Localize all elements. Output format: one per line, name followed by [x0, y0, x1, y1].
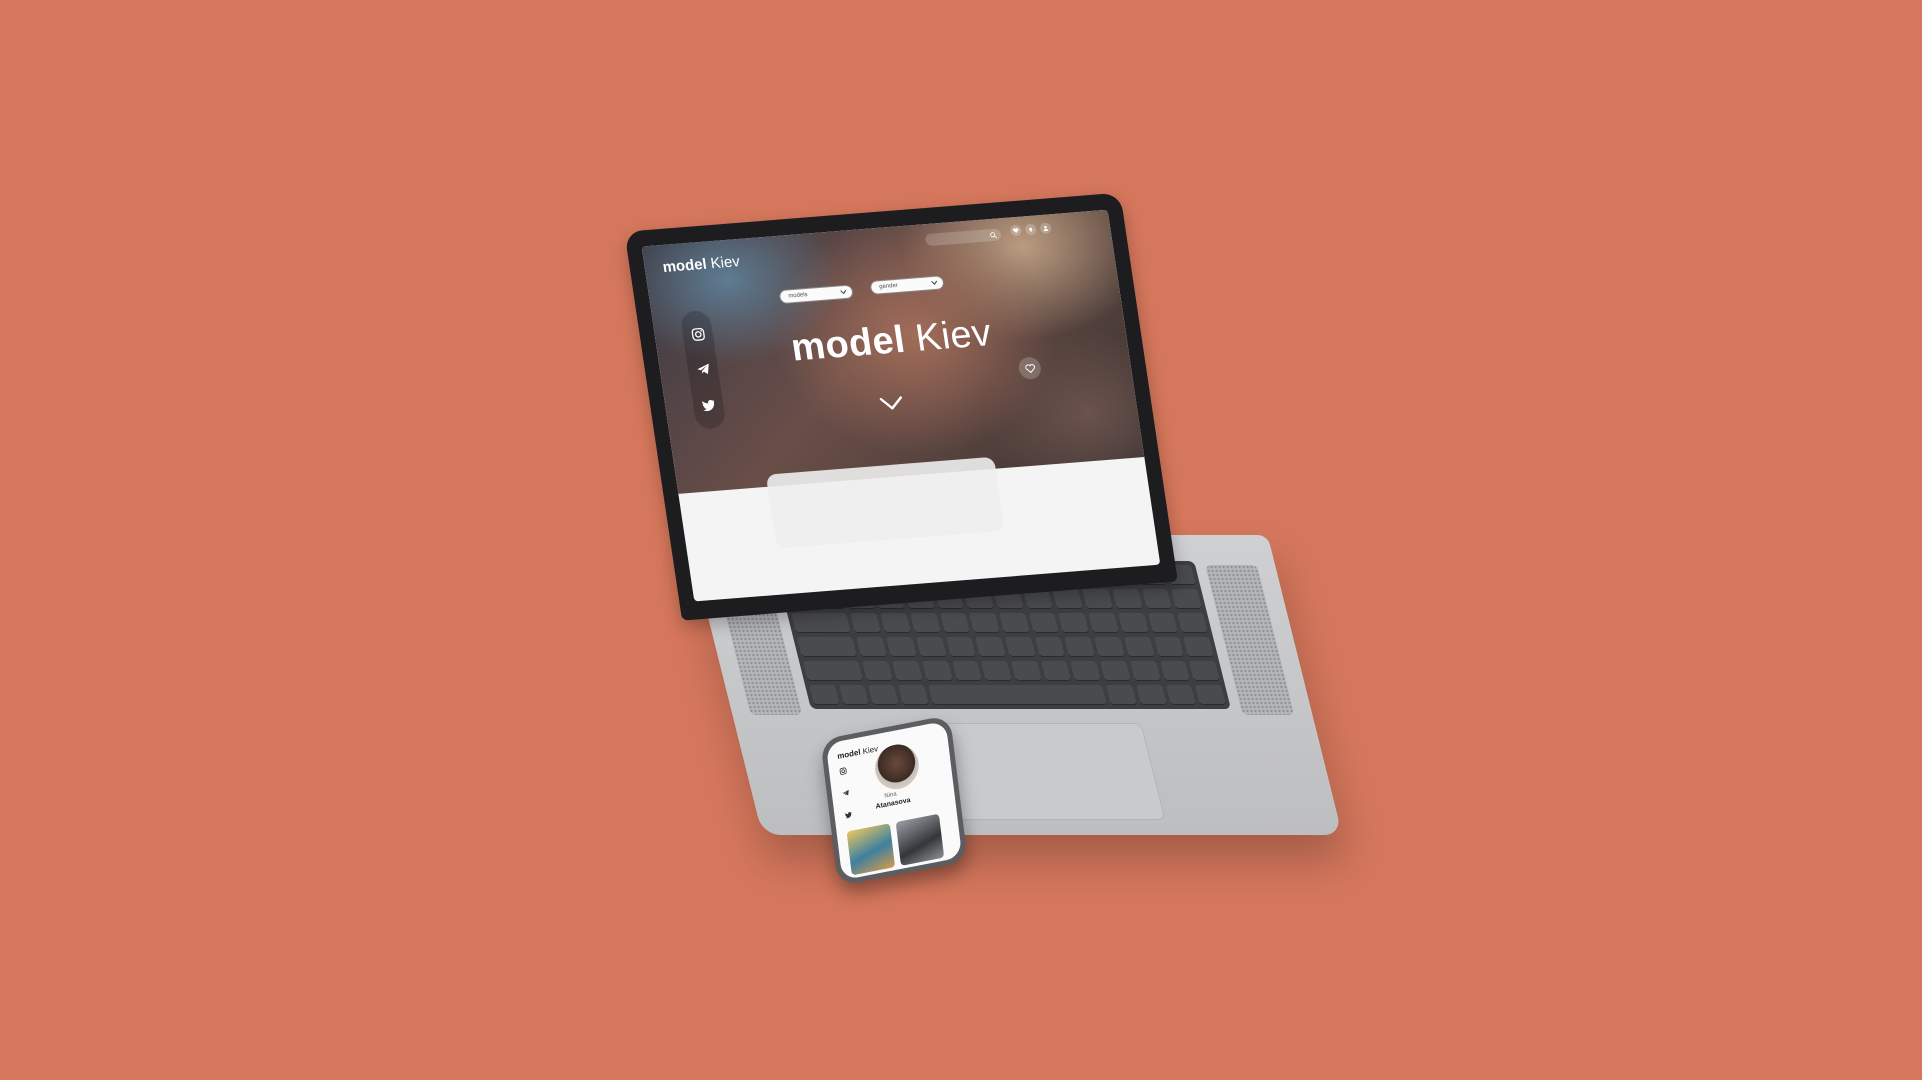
keyboard-key — [868, 685, 900, 705]
keyboard-key — [838, 685, 870, 705]
keyboard-key — [969, 613, 1001, 633]
keyboard-key — [1189, 661, 1220, 681]
instagram-icon[interactable] — [839, 766, 848, 775]
keyboard-key — [886, 637, 917, 657]
keyboard-key — [1106, 685, 1137, 705]
keyboard-key — [1100, 661, 1131, 681]
portfolio-photo[interactable] — [895, 813, 945, 866]
keyboard-key — [981, 661, 1012, 681]
keyboard-key — [939, 613, 971, 633]
keyboard-key — [975, 637, 1007, 657]
keyboard-key — [1141, 589, 1173, 609]
site-logo[interactable]: model Kiev — [662, 253, 741, 276]
keyboard-key — [1028, 613, 1060, 633]
keyboard-key — [1005, 637, 1036, 657]
keyboard-key — [803, 661, 864, 681]
keyboard-key — [1183, 637, 1215, 657]
keyboard-key — [1064, 637, 1096, 657]
heart-outline-icon — [1024, 363, 1035, 373]
keyboard-key — [791, 613, 852, 633]
hero-title-bold: model — [788, 318, 909, 370]
keyboard-key — [1195, 685, 1226, 705]
search-icon — [990, 231, 997, 238]
keyboard-key — [915, 637, 947, 657]
twitter-icon[interactable] — [700, 397, 717, 413]
favorites-button[interactable] — [1009, 224, 1023, 237]
phone-logo[interactable]: model Kiev — [837, 744, 879, 761]
keyboard-key — [1082, 589, 1113, 609]
profile-button[interactable] — [1039, 222, 1052, 235]
profile-first-name: Nina — [884, 791, 897, 800]
notifications-button[interactable] — [1024, 223, 1038, 236]
portfolio-photo[interactable] — [846, 823, 896, 876]
keyboard-key — [1117, 613, 1149, 633]
keyboard-key — [951, 661, 983, 681]
filter-models-label: models — [788, 291, 809, 300]
keyboard-key — [862, 661, 894, 681]
keyboard-key — [880, 613, 911, 633]
phone-screen: model Kiev Nina Atanasova — [825, 720, 963, 881]
keyboard-key — [1040, 661, 1072, 681]
keyboard-key — [1129, 661, 1161, 681]
phone-logo-bold: model — [836, 747, 862, 761]
keyboard-key — [1111, 589, 1143, 609]
keyboard-key — [909, 613, 941, 633]
heart-icon — [1013, 228, 1019, 234]
keyboard-key — [1052, 589, 1084, 609]
keyboard-key — [809, 685, 840, 705]
keyboard-key — [892, 661, 923, 681]
top-icons — [1009, 222, 1052, 237]
keyboard-key — [898, 685, 929, 705]
keyboard-key — [1159, 661, 1191, 681]
phone-device: model Kiev Nina Atanasova — [820, 714, 968, 887]
keyboard-key — [1177, 613, 1209, 633]
keyboard-key — [921, 661, 953, 681]
keyboard-key — [945, 637, 977, 657]
logo-light: Kiev — [709, 253, 741, 273]
phone-logo-light: Kiev — [862, 744, 879, 757]
hero-title: model Kiev — [655, 301, 1127, 381]
keyboard-key — [856, 637, 888, 657]
user-icon — [1043, 225, 1049, 232]
avatar — [872, 740, 922, 793]
keyboard-key — [850, 613, 882, 633]
filter-gender-label: gender — [878, 282, 899, 291]
keyboard-key — [1153, 637, 1185, 657]
search-input[interactable] — [924, 228, 1002, 247]
keyboard-key — [999, 613, 1030, 633]
keyboard-key — [1011, 661, 1042, 681]
chevron-down-icon[interactable] — [879, 395, 905, 411]
keyboard-key — [797, 637, 858, 657]
hero-title-light: Kiev — [912, 311, 995, 360]
keyboard-key — [1123, 637, 1155, 657]
favorite-button[interactable] — [1017, 356, 1043, 381]
keyboard-key — [1034, 637, 1066, 657]
keyboard-key — [1088, 613, 1119, 633]
hero-section: model Kiev model Kiev — [641, 209, 1145, 494]
bell-icon — [1029, 227, 1033, 233]
keyboard-key — [1058, 613, 1090, 633]
keyboard-key — [1135, 685, 1167, 705]
chevron-down-icon — [840, 289, 847, 295]
keyboard-key — [1147, 613, 1179, 633]
keyboard-key — [927, 685, 1108, 705]
logo-bold: model — [661, 255, 708, 277]
profile-name: Atanasova — [875, 796, 911, 811]
keyboard-key — [1070, 661, 1102, 681]
keyboard-key — [1094, 637, 1125, 657]
chevron-down-icon — [931, 280, 938, 286]
laptop-screen-bezel: model Kiev model Kiev models gender — [624, 192, 1178, 621]
telegram-icon[interactable] — [841, 788, 850, 797]
keyboard-key — [1171, 589, 1203, 609]
keyboard-key — [1165, 685, 1197, 705]
website-screen: model Kiev model Kiev models gender — [641, 209, 1161, 602]
twitter-icon[interactable] — [844, 810, 853, 819]
phone-social-links — [839, 766, 853, 819]
